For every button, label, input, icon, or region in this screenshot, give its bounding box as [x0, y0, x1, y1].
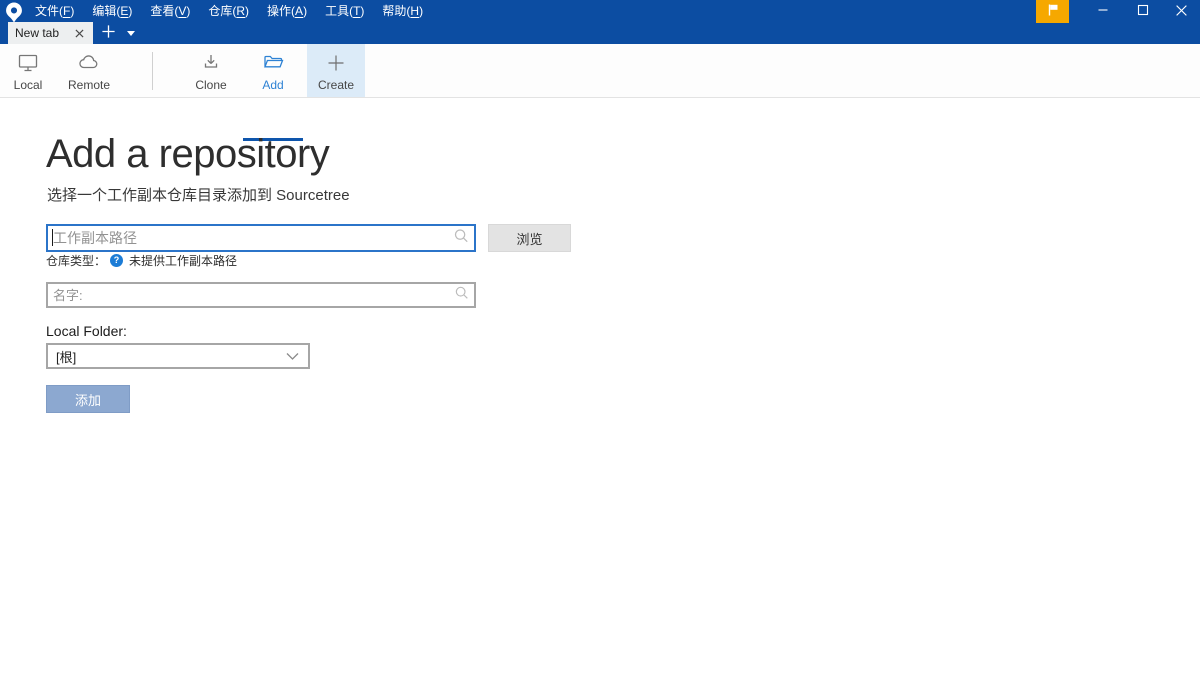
- repository-type-status: 未提供工作副本路径: [129, 252, 237, 269]
- toolbar-clone-label: Clone: [195, 78, 226, 92]
- menu-item-view[interactable]: 查看(V): [141, 0, 199, 22]
- toolbar-clone-button[interactable]: Clone: [185, 44, 237, 97]
- menu-item-edit[interactable]: 编辑(E): [83, 0, 141, 22]
- monitor-icon: [16, 51, 40, 75]
- browse-button[interactable]: 浏览: [488, 224, 571, 252]
- maximize-button[interactable]: [1123, 0, 1163, 23]
- plus-icon: [101, 24, 116, 42]
- toolbar-local-label: Local: [14, 78, 43, 92]
- menu-item-file[interactable]: 文件(F): [26, 0, 83, 22]
- new-tab-button[interactable]: [97, 22, 119, 44]
- menu-item-tools[interactable]: 工具(T): [316, 0, 373, 22]
- minimize-button[interactable]: [1083, 0, 1123, 23]
- chevron-down-icon: [286, 349, 299, 364]
- help-icon[interactable]: ?: [110, 254, 123, 267]
- toolbar-add-label: Add: [262, 78, 283, 92]
- close-icon: [1175, 4, 1188, 20]
- tab-close-button[interactable]: [72, 26, 86, 40]
- tab-new-tab[interactable]: New tab: [8, 22, 93, 44]
- working-copy-path-field: [46, 224, 476, 252]
- open-folder-icon: [261, 51, 286, 75]
- minimize-icon: [1097, 4, 1109, 19]
- titlebar: 文件(F) 编辑(E) 查看(V) 仓库(R) 操作(A) 工具(T) 帮助(H…: [0, 0, 1200, 44]
- tab-label: New tab: [15, 26, 72, 40]
- toolbar-add-button[interactable]: Add: [243, 44, 303, 97]
- maximize-icon: [1137, 4, 1149, 19]
- toolbar-separator: [152, 52, 153, 90]
- local-folder-selected-value: [根]: [56, 347, 76, 366]
- plus-icon: [324, 51, 348, 75]
- menu-item-help[interactable]: 帮助(H): [373, 0, 432, 22]
- flag-icon: [1045, 2, 1061, 21]
- add-repository-button[interactable]: 添加: [46, 385, 130, 413]
- sourcetree-logo-icon: [5, 2, 23, 22]
- tab-list-dropdown-button[interactable]: [122, 22, 140, 44]
- menu-bar: 文件(F) 编辑(E) 查看(V) 仓库(R) 操作(A) 工具(T) 帮助(H…: [26, 0, 432, 22]
- text-caret: [52, 229, 53, 246]
- local-folder-select[interactable]: [根]: [46, 343, 310, 369]
- toolbar-remote-button[interactable]: Remote: [60, 44, 118, 97]
- toolbar-remote-label: Remote: [68, 78, 110, 92]
- menu-item-actions[interactable]: 操作(A): [258, 0, 316, 22]
- cloud-icon: [77, 51, 101, 75]
- page-title: Add a repository: [46, 131, 329, 177]
- name-field: [46, 282, 476, 308]
- toolbar-create-label: Create: [318, 78, 354, 92]
- sourcetree-window: 文件(F) 编辑(E) 查看(V) 仓库(R) 操作(A) 工具(T) 帮助(H…: [0, 0, 1200, 693]
- download-icon: [199, 51, 223, 75]
- name-input[interactable]: [46, 282, 476, 308]
- repository-type-row: 仓库类型： ? 未提供工作副本路径: [46, 251, 237, 269]
- working-copy-path-input[interactable]: [46, 224, 476, 252]
- close-button[interactable]: [1163, 0, 1200, 23]
- close-tab-icon: [75, 26, 84, 41]
- local-folder-label: Local Folder:: [46, 323, 127, 339]
- repository-type-label: 仓库类型：: [46, 252, 106, 269]
- menu-item-repository[interactable]: 仓库(R): [199, 0, 258, 22]
- toolbar-local-button[interactable]: Local: [6, 44, 50, 97]
- feedback-flag-button[interactable]: [1036, 0, 1069, 23]
- page-subtitle: 选择一个工作副本仓库目录添加到 Sourcetree: [47, 184, 350, 205]
- chevron-down-icon: [127, 31, 135, 36]
- toolbar: Local Remote Clone: [0, 44, 1200, 98]
- toolbar-create-button[interactable]: Create: [307, 44, 365, 97]
